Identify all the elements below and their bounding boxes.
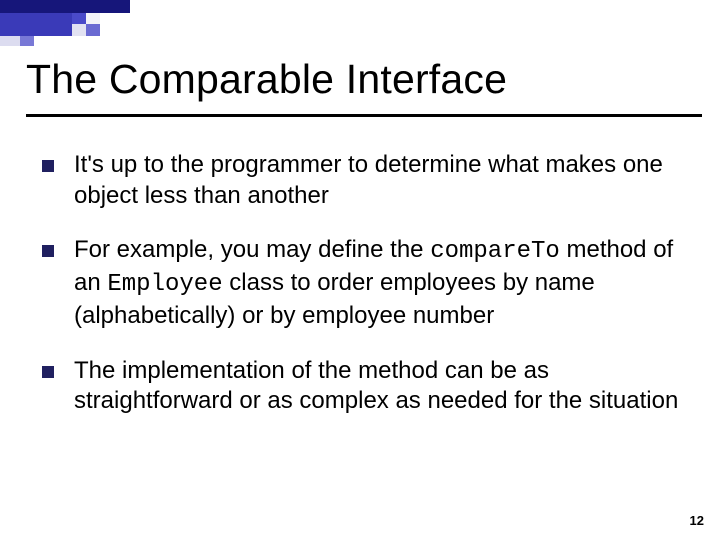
code-span: compareTo: [430, 238, 560, 265]
bullet-item: The implementation of the method can be …: [42, 356, 680, 417]
bullet-text: The implementation of the method can be …: [74, 356, 680, 417]
bullet-item: It's up to the programmer to determine w…: [42, 150, 680, 211]
title-underline: [26, 114, 702, 117]
bullet-square-icon: [42, 366, 54, 378]
page-number: 12: [690, 513, 704, 528]
bullet-text: It's up to the programmer to determine w…: [74, 150, 680, 211]
slide-corner-decoration: [0, 0, 130, 46]
slide-body: It's up to the programmer to determine w…: [42, 150, 680, 441]
code-span: Employee: [107, 271, 222, 298]
bullet-square-icon: [42, 245, 54, 257]
slide-title: The Comparable Interface: [26, 56, 507, 103]
bullet-square-icon: [42, 160, 54, 172]
bullet-item: For example, you may define the compareT…: [42, 235, 680, 331]
bullet-text: For example, you may define the compareT…: [74, 235, 680, 331]
